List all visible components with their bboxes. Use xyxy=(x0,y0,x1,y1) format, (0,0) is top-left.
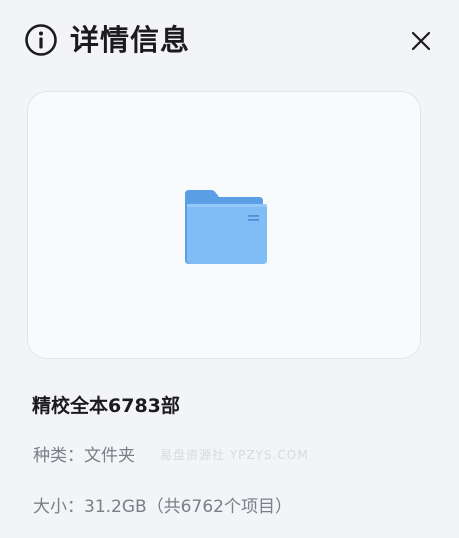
panel-header: 详情信息 xyxy=(24,18,435,64)
size-value: 31.2GB（共6762个项目） xyxy=(84,497,292,517)
watermark: 易盘资源社 YPZYS.COM xyxy=(160,448,309,462)
details-panel: 详情信息 精校全本6783部 种类：文件夹 易盘资源社 YPZYS.COM 大小… xyxy=(0,0,459,538)
close-button[interactable] xyxy=(401,21,441,61)
panel-title: 详情信息 xyxy=(70,23,191,57)
size-row: 大小：31.2GB（共6762个项目） xyxy=(33,494,292,520)
size-label: 大小： xyxy=(33,497,84,517)
preview-card xyxy=(27,91,421,359)
close-icon xyxy=(411,31,431,51)
folder-icon xyxy=(183,188,269,268)
kind-value: 文件夹 xyxy=(84,446,135,466)
info-circle-icon xyxy=(24,23,58,57)
kind-row: 种类：文件夹 xyxy=(33,443,135,469)
folder-name: 精校全本6783部 xyxy=(32,395,180,417)
kind-label: 种类： xyxy=(33,446,84,466)
